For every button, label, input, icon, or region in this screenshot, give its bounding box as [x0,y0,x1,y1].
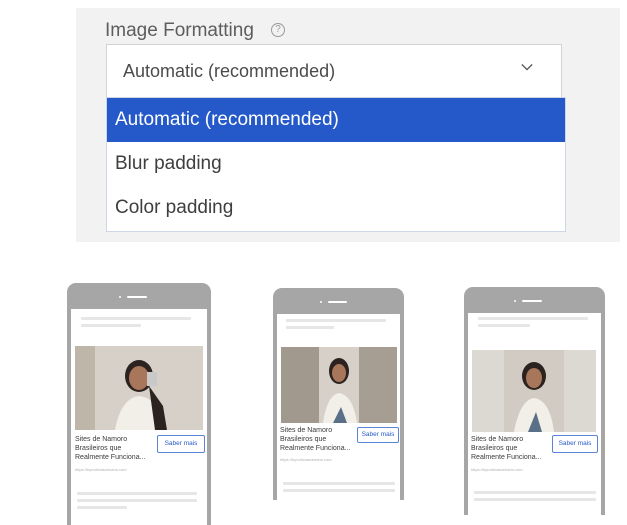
camera-dot [119,296,121,298]
image-formatting-select[interactable]: Automatic (recommended) [106,44,562,98]
image-formatting-panel: Image Formatting ? Automatic (recommende… [76,8,620,242]
ad-url: https://bynoticiascenario.com [280,457,332,462]
ad-image [472,350,596,432]
dropdown-listbox: Automatic (recommended) Blur padding Col… [106,97,566,232]
phone-screen: Sites de Namoro Brasileiros que Realment… [71,309,207,525]
phone-screen: Sites de Namoro Brasileiros que Realment… [468,313,601,515]
select-value: Automatic (recommended) [123,61,336,81]
ad-url: https://bynoticiascenario.com [75,467,127,472]
saber-mais-button[interactable]: Saber mais [157,435,205,453]
preview-phone-color: Sites de Namoro Brasileiros que Realment… [464,287,605,515]
camera-dot [514,300,516,302]
ad-title: Sites de Namoro Brasileiros que Realment… [75,436,146,461]
option-automatic[interactable]: Automatic (recommended) [107,98,565,142]
chevron-down-icon [521,63,533,71]
option-label: Automatic (recommended) [115,109,339,130]
saber-mais-button[interactable]: Saber mais [552,435,598,453]
speaker-bar [328,301,347,303]
speaker-bar [127,296,147,298]
ad-image [75,346,203,430]
field-label: Image Formatting [105,20,254,41]
option-color-padding[interactable]: Color padding [107,186,565,230]
question-circle-icon[interactable]: ? [271,23,285,37]
speaker-bar [522,300,542,302]
camera-dot [320,301,322,303]
option-label: Blur padding [115,153,222,174]
ad-image [281,347,397,423]
ad-url: https://bynoticiascenario.com [471,467,523,472]
preview-phone-blur: Sites de Namoro Brasileiros que Realment… [273,288,404,500]
phone-screen: Sites de Namoro Brasileiros que Realment… [277,314,400,500]
preview-phone-automatic: Sites de Namoro Brasileiros que Realment… [67,283,211,525]
option-label: Color padding [115,197,234,218]
ad-title: Sites de Namoro Brasileiros que Realment… [471,436,542,461]
ad-title: Sites de Namoro Brasileiros que Realment… [280,427,351,452]
saber-mais-button[interactable]: Saber mais [357,427,399,443]
option-blur-padding[interactable]: Blur padding [107,142,565,186]
